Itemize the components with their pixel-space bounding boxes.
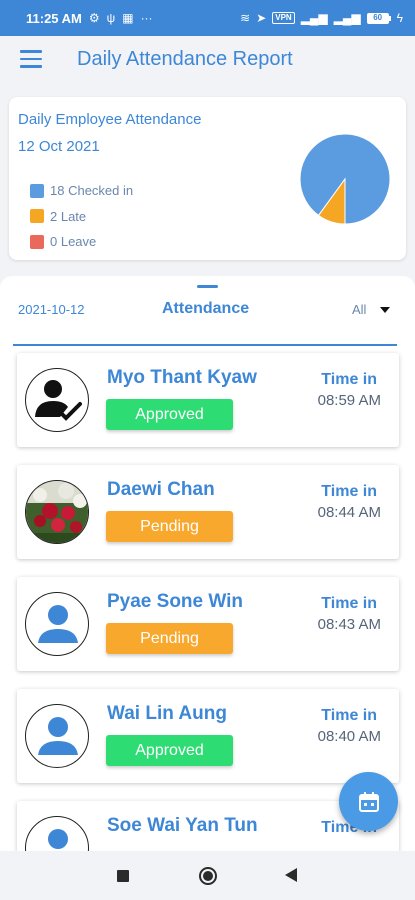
chevron-down-icon [380,306,391,313]
signal-2-icon: ▂▄▆ [333,11,361,25]
time-in-label: Time in [321,595,377,612]
employee-card[interactable]: Daewi Chan Pending Time in 08:44 AM [17,465,399,559]
attendance-panel: 2021-10-12 Attendance All Myo Thant Kyaw… [0,276,415,851]
status-badge[interactable]: Pending [106,623,233,654]
roses-photo [25,480,89,544]
legend-item-leave: 0 Leave [30,229,133,255]
qr-icon: ▦ [122,11,134,25]
app-bar: Daily Attendance Report [0,36,415,86]
calendar-fab-button[interactable] [339,772,398,831]
employee-card[interactable]: Pyae Sone Win Pending Time in 08:43 AM [17,577,399,671]
summary-date: 12 Oct 2021 [18,138,100,155]
status-filter-dropdown[interactable]: All [352,302,391,317]
summary-title: Daily Employee Attendance [18,111,202,128]
time-in-value: 08:44 AM [317,504,381,521]
battery-icon: 60 [366,12,391,24]
time-in-label: Time in [321,483,377,500]
person-icon [25,592,89,656]
legend-label: 0 Leave [50,234,97,250]
legend-swatch [30,183,44,198]
charging-icon: ϟ [396,11,403,25]
calendar-icon [358,791,379,812]
signal-icon: ▂▄▆ [300,11,328,25]
legend-label: 18 Checked in [50,183,134,199]
filter-row: 2021-10-12 Attendance All [0,290,415,346]
employee-name: Pyae Sone Win [107,591,244,612]
chart-legend: 18 Checked in 2 Late 0 Leave [30,178,133,255]
status-badge[interactable]: Approved [106,399,233,430]
employee-name: Wai Lin Aung [107,703,227,724]
recents-button[interactable] [117,870,129,882]
attendance-heading: Attendance [162,300,250,317]
time-in-label: Time in [321,371,377,388]
vpn-icon: VPN [272,12,295,24]
time-in-value: 08:59 AM [317,392,381,409]
back-button[interactable] [285,868,297,882]
employee-name: Soe Wai Yan Tun [107,815,258,836]
legend-swatch [30,209,44,224]
user-check-icon [25,368,89,432]
status-filter-value: All [352,302,367,317]
employee-name: Daewi Chan [107,479,215,500]
employee-card[interactable]: Wai Lin Aung Approved Time in 08:40 AM [17,689,399,783]
attendance-summary-card: Daily Employee Attendance 12 Oct 2021 18… [9,97,406,260]
home-button[interactable] [199,867,217,885]
page-title: Daily Attendance Report [77,48,293,70]
more-icon: ··· [140,11,153,25]
status-badge[interactable]: Pending [106,511,233,542]
legend-item-late: 2 Late [30,204,133,230]
menu-icon[interactable] [20,50,42,68]
location-icon: ➤ [256,11,267,25]
time-in-label: Time in [321,707,377,724]
attendance-pie-chart [299,133,391,225]
time-in-value: 08:43 AM [317,616,381,633]
status-bar: 11:25 AM ⚙ ψ ▦ ··· ≋ ➤ VPN ▂▄▆ ▂▄▆ 60 ϟ [0,0,415,36]
drag-handle[interactable] [197,285,218,288]
system-nav-bar [0,851,415,900]
wifi-icon: ≋ [240,11,251,25]
gear-icon: ⚙ [88,11,100,25]
status-badge[interactable]: Approved [106,735,233,766]
time-in-value: 08:40 AM [317,728,381,745]
legend-label: 2 Late [50,208,87,224]
person-icon [25,704,89,768]
legend-swatch [30,234,44,249]
person-icon [25,816,89,851]
employee-card[interactable]: Myo Thant Kyaw Approved Time in 08:59 AM [17,353,399,447]
legend-item-checked-in: 18 Checked in [30,178,133,204]
battery-level: 60 [366,12,389,24]
employee-name: Myo Thant Kyaw [107,367,257,388]
status-time: 11:25 AM [26,10,82,26]
usb-icon: ψ [106,11,116,25]
filter-date[interactable]: 2021-10-12 [18,302,85,317]
divider [13,344,397,346]
